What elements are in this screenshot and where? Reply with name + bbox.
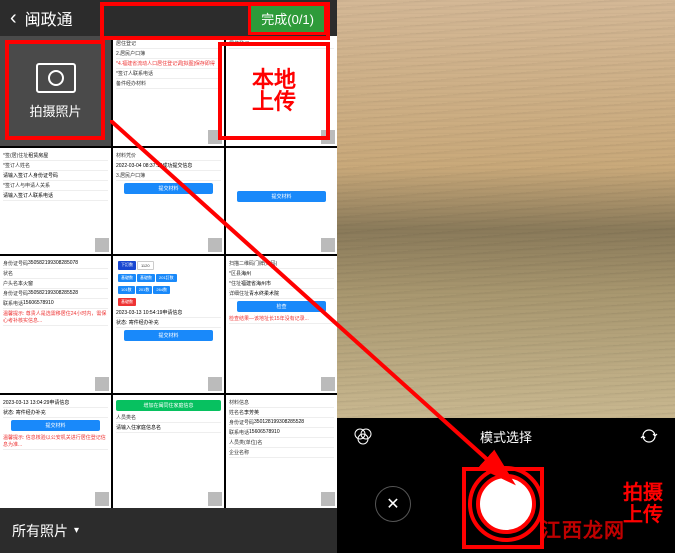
thumb-9[interactable]: 扫描二维码门牌(寄码) *区县 海州 *住址 福建省海州市 详细住址 青水终柔术… [226,256,337,393]
submit-btn: 提交材料 [237,191,326,202]
checkbox-icon [321,492,335,506]
thumb-6[interactable]: 提交材料 [226,148,337,254]
back-icon[interactable]: ‹ [10,7,17,30]
checkbox-icon [208,238,222,252]
mode-label[interactable]: 模式选择 [480,427,532,446]
thumb-2[interactable]: 居住登记 2.居民户口簿 *4.福建省流动人口居住登记调[拟图]保存即得 *签订… [113,36,224,146]
checkbox-icon [208,492,222,506]
album-selector-label: 所有照片 [12,521,68,541]
camera-icon [36,63,76,93]
submit-btn: 提交材料 [124,183,213,194]
thumb-3[interactable]: 居住登记 [226,36,337,146]
add-btn: 增加在闽同住家庭信息 [116,400,221,411]
submit-btn: 提交材料 [11,420,100,431]
checkbox-icon [321,130,335,144]
checkbox-icon [95,377,109,391]
camera-cell[interactable]: 拍摄照片 [0,36,111,146]
thumb-5[interactable]: 材料凭价 2022-03-04 08:37:19成功提交信息 3.居民户口簿 提… [113,148,224,254]
shoot-annotation: 拍摄 上传 [623,482,663,526]
thumb-10[interactable]: 2023-03-13 13:04:29申请信息 状态: 寄件经办补充 提交材料 … [0,395,111,508]
checkbox-icon [321,238,335,252]
footer-bar[interactable]: 所有照片 ▾ [0,508,337,553]
filter-icon[interactable] [353,426,373,446]
done-button[interactable]: 完成(0/1) [248,2,327,35]
checkbox-icon [321,377,335,391]
thumb-4[interactable]: *签(居)住址 租赁房屋 *签订人姓名 请输入签订人身份证号码 *签订人与申请人… [0,148,111,254]
camera-label: 拍摄照片 [29,101,81,120]
cancel-button[interactable]: ✕ [375,486,411,522]
switch-camera-icon[interactable] [639,426,659,446]
shutter-button[interactable] [476,474,536,534]
thumb-8[interactable]: 下訂数 1120 基礎数 基礎数 201訂数 101数 201数 264数 基礎… [113,256,224,393]
header-title: 闽政通 [25,6,249,30]
camera-controls: 模式选择 ✕ 拍摄 上传 [337,418,675,553]
thumb-7[interactable]: 身份证号码 350582199308285078 状名 户头名 本火窗 身份证号… [0,256,111,393]
chevron-down-icon: ▾ [74,525,79,536]
checkbox-icon [95,238,109,252]
camera-viewfinder [337,0,675,418]
thumb-12[interactable]: 材料信息 姓名名 李芳英 身份证号码 350128199308285528 联系… [226,395,337,508]
camera-screen: 模式选择 ✕ 拍摄 上传 [337,0,675,553]
thumb-11[interactable]: 增加在闽同住家庭信息 人员类名 请输入住家庭信息名 [113,395,224,508]
checkbox-icon [208,377,222,391]
check-btn: 检查 [237,301,326,312]
photo-grid: 拍摄照片 居住登记 2.居民户口簿 *4.福建省流动人口居住登记调[拟图]保存即… [0,36,337,508]
checkbox-icon [95,492,109,506]
checkbox-icon [208,130,222,144]
header-bar: ‹ 闽政通 完成(0/1) [0,0,337,36]
submit-btn: 提交材料 [124,330,213,341]
photo-picker-screen: ‹ 闽政通 完成(0/1) 本地 上传 拍摄照片 居住登记 2.居民户口簿 *4… [0,0,337,553]
